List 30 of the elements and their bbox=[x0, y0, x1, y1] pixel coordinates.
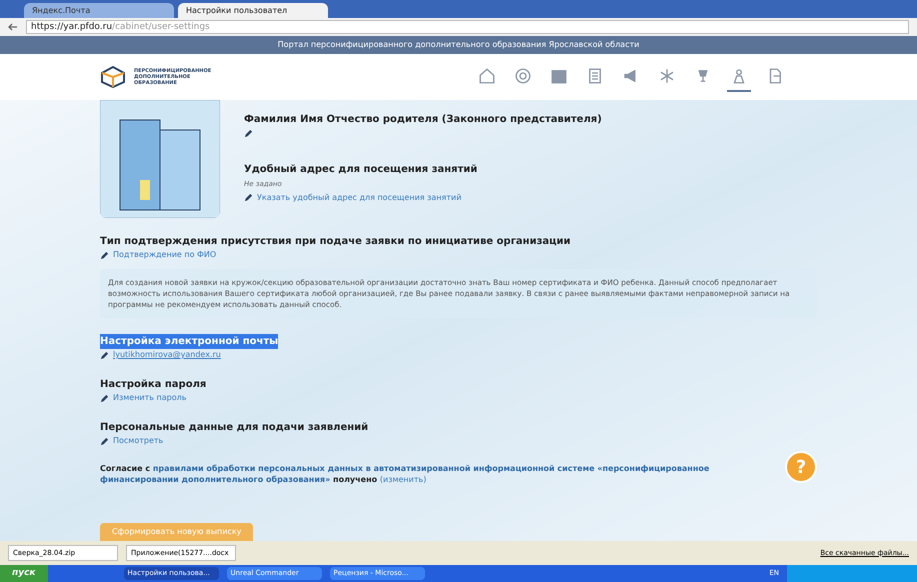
pencil-icon bbox=[100, 436, 109, 446]
home-icon bbox=[478, 67, 496, 85]
browser-tab[interactable]: Яндекс.Почта bbox=[24, 3, 174, 18]
asterisk-icon bbox=[658, 67, 676, 85]
back-icon[interactable] bbox=[8, 23, 18, 31]
section-heading: Персональные данные для подачи заявлений bbox=[100, 421, 368, 435]
address-bar[interactable]: https://yar.pfdo.ru/cabinet/user-settings bbox=[26, 20, 909, 34]
section-heading: Настройка электронной почты bbox=[100, 334, 278, 349]
section-heading: Фамилия Имя Отчество родителя (Законного представителя) bbox=[244, 113, 602, 127]
edit-link[interactable]: Указать удобный адрес для посещения занятий bbox=[257, 192, 462, 204]
pencil-icon bbox=[100, 250, 109, 260]
portal-bar: Портал персонифицированного дополнительного образования Ярославской области bbox=[0, 36, 917, 54]
start-button[interactable]: пуск bbox=[0, 565, 48, 582]
document-icon bbox=[586, 67, 604, 85]
edit-link[interactable]: Посмотреть bbox=[113, 435, 164, 447]
edit-link[interactable]: Подтверждение по ФИО bbox=[113, 249, 216, 261]
browser-tab[interactable]: Настройки пользовател bbox=[178, 3, 328, 18]
coin-icon bbox=[514, 67, 532, 85]
help-button[interactable]: ? bbox=[785, 451, 817, 483]
change-link[interactable]: (изменить) bbox=[380, 475, 426, 484]
section-heading: Удобный адрес для посещения занятий bbox=[244, 163, 478, 177]
section-heading: Настройка пароля bbox=[100, 378, 206, 392]
edit-link[interactable]: Изменить пароль bbox=[113, 392, 186, 404]
pencil-icon bbox=[244, 193, 253, 202]
pencil-icon bbox=[244, 129, 253, 138]
logo-icon bbox=[100, 66, 126, 88]
consent-text: Согласие с правилами обработки персональных данных в автоматизированной информационной системе «персонифицированное финансировании дополнительного образования» получено (изменить) bbox=[100, 463, 710, 485]
edit-link[interactable]: lyutikhomirova@yandex.ru bbox=[113, 349, 221, 361]
pencil-icon bbox=[100, 394, 109, 402]
section-heading: Тип подтверждения присутствия при подаче заявки по инициативе организации bbox=[100, 235, 571, 249]
